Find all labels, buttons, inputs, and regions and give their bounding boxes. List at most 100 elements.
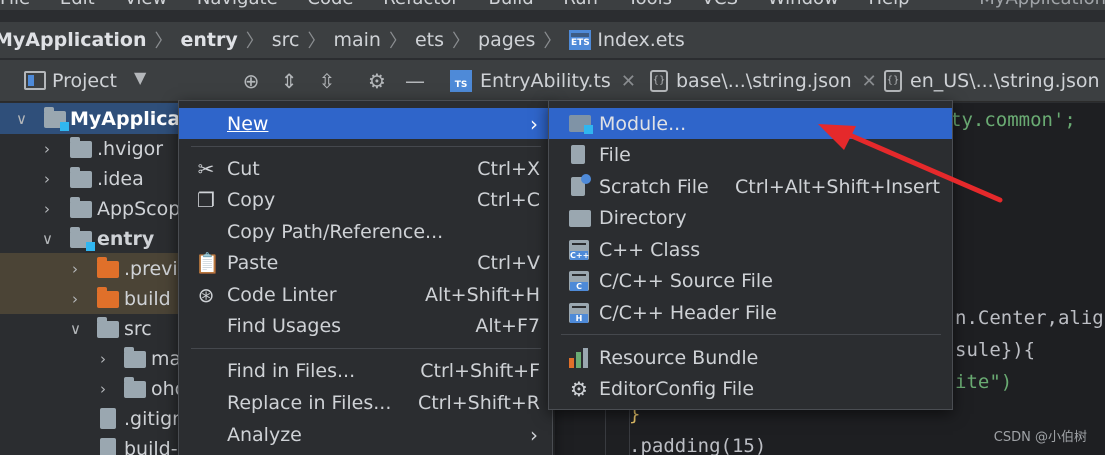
menu-item-copy[interactable]: ❐ Copy Ctrl+C — [179, 184, 552, 215]
watermark: CSDN @小伯树 — [993, 430, 1087, 445]
menu-item-replace-in-files[interactable]: Replace in Files... Ctrl+Shift+R — [179, 387, 552, 418]
chevron-down-icon[interactable]: ∨ — [70, 320, 81, 338]
menu-item-find-usages[interactable]: Find Usages Alt+F7 — [179, 310, 552, 341]
tree-item-idea[interactable]: › .idea — [0, 163, 180, 194]
chevron-right-icon: 〉 — [245, 31, 264, 52]
copy-icon: ❐ — [197, 187, 215, 212]
tree-item-label: .idea — [97, 167, 144, 190]
menu-run[interactable]: Run — [563, 0, 598, 9]
chevron-down-icon[interactable]: ▼ — [134, 68, 146, 87]
chevron-right-icon[interactable]: › — [72, 260, 78, 278]
submenu-item-cpp-class[interactable]: C++ C++ Class — [549, 234, 952, 265]
menu-build[interactable]: Build — [488, 0, 533, 9]
chevron-right-icon[interactable]: › — [44, 140, 50, 158]
context-menu: New › ✂ Cut Ctrl+X ❐ Copy Ctrl+C Copy Pa… — [178, 100, 553, 455]
c-source-icon: C — [569, 271, 589, 291]
tree-item-ohostest[interactable]: › ohosTest — [0, 373, 180, 404]
breadcrumb: MyApplication 〉 entry 〉 src 〉 main 〉 ets 〉 pa… — [0, 22, 1105, 58]
folder-icon — [70, 197, 92, 218]
chevron-down-icon[interactable]: ∨ — [42, 230, 53, 248]
menu-item-new[interactable]: New › — [179, 108, 552, 139]
project-view-selector[interactable]: Project — [52, 70, 117, 92]
clipboard-icon: 📋 — [195, 250, 220, 275]
chevron-right-icon: 〉 — [452, 31, 471, 52]
code-line: n.Center,alig — [955, 307, 1104, 329]
tree-item-label: .gitignore — [124, 407, 180, 430]
breadcrumb-src[interactable]: src — [272, 29, 300, 51]
submenu-item-c-source[interactable]: C C/C++ Source File — [549, 265, 952, 296]
menu-navigate[interactable]: Navigate — [197, 0, 278, 9]
breadcrumb-main[interactable]: main — [334, 29, 381, 51]
tree-item-label: main — [151, 347, 180, 370]
scratch-file-icon — [571, 174, 591, 196]
chevron-right-icon: › — [530, 422, 538, 447]
tab-label: en_US\...\string.json — [910, 70, 1100, 92]
tree-item-appscope[interactable]: › AppScope — [0, 193, 180, 224]
chevron-right-icon[interactable]: › — [44, 200, 50, 218]
tree-item-main[interactable]: › main — [0, 343, 180, 374]
menu-view[interactable]: View — [124, 0, 167, 9]
menu-code[interactable]: Code — [307, 0, 353, 9]
minimize-icon[interactable]: — — [402, 68, 428, 94]
chevron-right-icon[interactable]: › — [100, 380, 106, 398]
submenu-item-c-header[interactable]: H C/C++ Header File — [549, 297, 952, 328]
tree-item-label: src — [124, 317, 152, 340]
code-line: sule}){ — [955, 339, 1036, 361]
chevron-right-icon[interactable]: › — [72, 290, 78, 308]
tree-item-myapplication[interactable]: ∨ MyApplication — [0, 103, 180, 134]
tab-base-string[interactable]: {} base\...\string.json ✕ — [650, 60, 877, 101]
tab-label: base\...\string.json — [676, 70, 852, 92]
menu-refactor[interactable]: Refactor — [383, 0, 459, 9]
chevron-right-icon[interactable]: › — [100, 350, 106, 368]
tab-entry-ability[interactable]: TS EntryAbility.ts ✕ — [450, 60, 636, 101]
breadcrumb-pages[interactable]: pages — [478, 29, 535, 51]
tree-item-gitignore[interactable]: .gitignore — [0, 403, 180, 434]
tree-item-entry[interactable]: ∨ entry — [0, 223, 180, 254]
chevron-right-icon: 〉 — [543, 31, 562, 52]
submenu-item-editorconfig[interactable]: ⚙ EditorConfig File — [549, 373, 952, 404]
menu-file[interactable]: File — [0, 0, 30, 9]
menu-edit[interactable]: Edit — [60, 0, 95, 9]
folder-icon — [124, 347, 146, 368]
menu-vcs[interactable]: VCS — [702, 0, 738, 9]
menu-separator — [191, 146, 541, 147]
menu-item-copy-path[interactable]: Copy Path/Reference... — [179, 216, 552, 247]
breadcrumb-ets[interactable]: ets — [415, 29, 444, 51]
chevron-down-icon[interactable]: ∨ — [16, 110, 27, 128]
menu-item-code-linter[interactable]: ⊛ Code Linter Alt+Shift+H — [179, 279, 552, 310]
chevron-right-icon: 〉 — [388, 31, 407, 52]
menu-help[interactable]: Help — [868, 0, 909, 9]
close-icon[interactable]: ✕ — [621, 71, 636, 92]
menu-window[interactable]: Window — [768, 0, 839, 9]
gitignore-file-icon — [100, 408, 116, 429]
collapse-all-icon[interactable]: ⇳ — [314, 68, 340, 94]
folder-icon — [70, 167, 92, 188]
tree-item-build-profile[interactable]: build-profile.json5 — [0, 433, 180, 455]
json5-file-icon — [100, 438, 116, 455]
json-file-icon: {} — [650, 70, 668, 92]
project-tree: ∨ MyApplication › .hvigor › .idea › AppS… — [0, 103, 180, 455]
locate-icon[interactable]: ⊕ — [238, 68, 264, 94]
close-icon[interactable]: ✕ — [862, 71, 877, 92]
tab-en-us-string[interactable]: {} en_US\...\string.json ✕ — [884, 60, 1105, 101]
folder-icon — [124, 377, 146, 398]
tree-item-src[interactable]: ∨ src — [0, 313, 180, 344]
expand-all-icon[interactable]: ⇕ — [276, 68, 302, 94]
tree-item-preview[interactable]: › .preview — [0, 253, 180, 284]
menu-tools[interactable]: Tools — [628, 0, 672, 9]
menu-item-cut[interactable]: ✂ Cut Ctrl+X — [179, 153, 552, 184]
chevron-right-icon[interactable]: › — [44, 170, 50, 188]
window-title: MyApplication - Index.ets [entry] — [979, 0, 1105, 9]
menu-item-find-in-files[interactable]: Find in Files... Ctrl+Shift+F — [179, 355, 552, 386]
gear-icon: ⚙ — [570, 376, 588, 401]
breadcrumb-entry[interactable]: entry — [180, 29, 237, 51]
tree-item-hvigor[interactable]: › .hvigor — [0, 133, 180, 164]
menu-item-paste[interactable]: 📋 Paste Ctrl+V — [179, 247, 552, 278]
chevron-right-icon: 〉 — [307, 31, 326, 52]
menu-item-analyze[interactable]: Analyze › — [179, 419, 552, 450]
tree-item-build[interactable]: › build — [0, 283, 180, 314]
gear-icon[interactable]: ⚙ — [364, 68, 390, 94]
breadcrumb-file[interactable]: Index.ets — [597, 29, 684, 51]
submenu-item-resource-bundle[interactable]: Resource Bundle — [549, 342, 952, 373]
breadcrumb-project[interactable]: MyApplication — [0, 29, 146, 51]
